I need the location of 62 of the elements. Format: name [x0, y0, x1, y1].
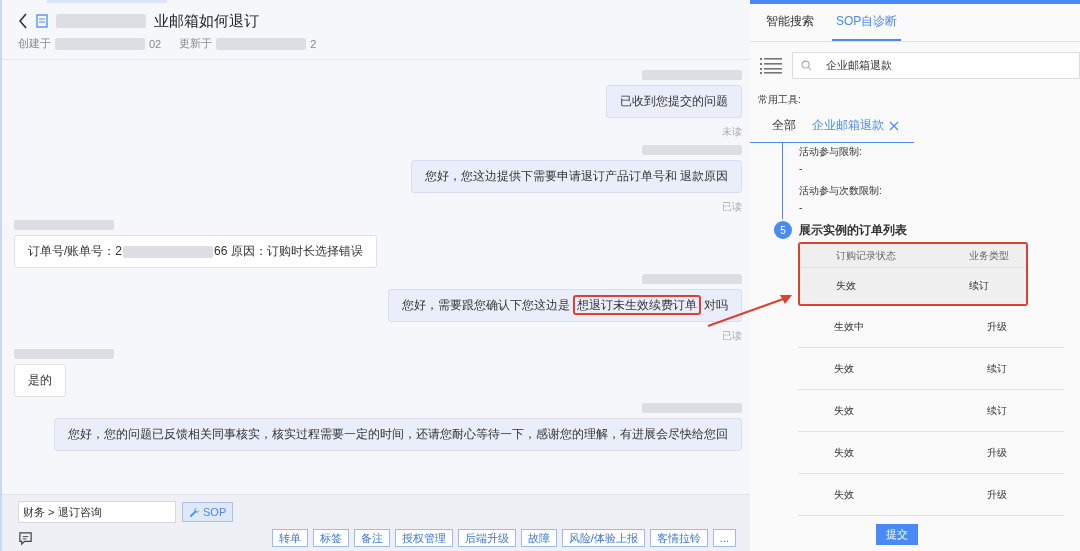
- panel-tab[interactable]: SOP自诊断: [832, 4, 902, 41]
- action-button[interactable]: 后端升级: [457, 529, 516, 547]
- action-button[interactable]: 标签: [312, 529, 349, 547]
- message-text: 对吗: [704, 298, 728, 312]
- message-text: 您好，您的问题已反馈相关同事核实，核实过程需要一定的时间，还请您耐心等待一下，感谢您的理解，有进展会尽快给您回: [68, 427, 728, 441]
- message-text: 您好，需要跟您确认下您这边是: [402, 298, 570, 312]
- table-cell-text: 失效: [835, 279, 857, 293]
- read-status: 已读: [722, 329, 742, 343]
- updated-label: 更新于: [179, 36, 213, 51]
- message-text: 66 原因：订购时长选择错误: [214, 244, 363, 258]
- panel-tab[interactable]: 智能搜索: [762, 4, 818, 41]
- submit-button[interactable]: 提交: [876, 524, 918, 545]
- read-status: 未读: [722, 125, 742, 139]
- message-text: 是的: [28, 373, 52, 387]
- table-cell-text: 续订: [986, 361, 1008, 376]
- message-text: 订单号/账单号：2: [28, 244, 122, 258]
- table-cell-text: 失效: [833, 403, 855, 418]
- ticket-title: 业邮箱如何退订: [154, 11, 259, 31]
- chat-icon[interactable]: [18, 530, 33, 546]
- sop-button[interactable]: SOP: [182, 502, 234, 522]
- read-status: 已读: [722, 200, 742, 214]
- table-cell-text: 生效中: [833, 319, 865, 334]
- tool-tab[interactable]: 全部: [764, 117, 804, 142]
- table-cell-text: 升级: [986, 445, 1008, 460]
- back-icon[interactable]: [18, 13, 28, 29]
- category-field[interactable]: 财务 > 退订咨询: [18, 501, 176, 523]
- action-button[interactable]: 风险/体验上报: [561, 529, 645, 547]
- message-text: 已收到您提交的问题: [620, 94, 728, 108]
- table-cell-text: 失效: [833, 361, 855, 376]
- action-button[interactable]: 客情拉铃: [649, 529, 708, 547]
- message-text: 您好，您这边提供下需要申请退订产品订单号和 退款原因: [424, 169, 728, 183]
- action-button[interactable]: 故障: [520, 529, 557, 547]
- action-button[interactable]: 转单: [271, 529, 308, 547]
- table-cell-text: 失效: [833, 445, 855, 460]
- tools-label: 常用工具:: [757, 93, 802, 107]
- table-cell-text: 升级: [986, 487, 1008, 502]
- wrench-icon: [189, 506, 200, 518]
- field-value: -: [799, 202, 804, 215]
- search-icon: [801, 60, 812, 71]
- action-button[interactable]: ...: [712, 529, 736, 547]
- action-button[interactable]: 备注: [353, 529, 390, 547]
- field-label: 活动参与限制:: [799, 145, 863, 159]
- field-value: -: [799, 163, 804, 176]
- document-icon: [36, 14, 48, 28]
- table-cell-text: 续订: [968, 279, 990, 293]
- list-icon[interactable]: [760, 56, 782, 75]
- action-button[interactable]: 授权管理: [394, 529, 453, 547]
- step-title: 展示实例的订单列表: [799, 221, 907, 239]
- tool-tab[interactable]: 企业邮箱退款: [804, 117, 907, 142]
- created-date: 02: [149, 37, 162, 50]
- search-field[interactable]: 企业邮箱退款: [792, 52, 1080, 79]
- field-label: 活动参与次数限制:: [799, 184, 882, 198]
- table-cell-text: 升级: [986, 319, 1008, 334]
- close-icon[interactable]: [889, 120, 899, 131]
- column-header: 业务类型: [968, 248, 1010, 263]
- table-cell-text: 续订: [986, 403, 1008, 418]
- column-header: 订购记录状态: [835, 248, 897, 263]
- step-number: 5: [774, 221, 792, 239]
- updated-date: 2: [310, 37, 317, 50]
- highlighted-text: 想退订未生效续费订单: [573, 295, 701, 315]
- created-label: 创建于: [18, 36, 51, 51]
- table-cell-text: 失效: [833, 487, 855, 502]
